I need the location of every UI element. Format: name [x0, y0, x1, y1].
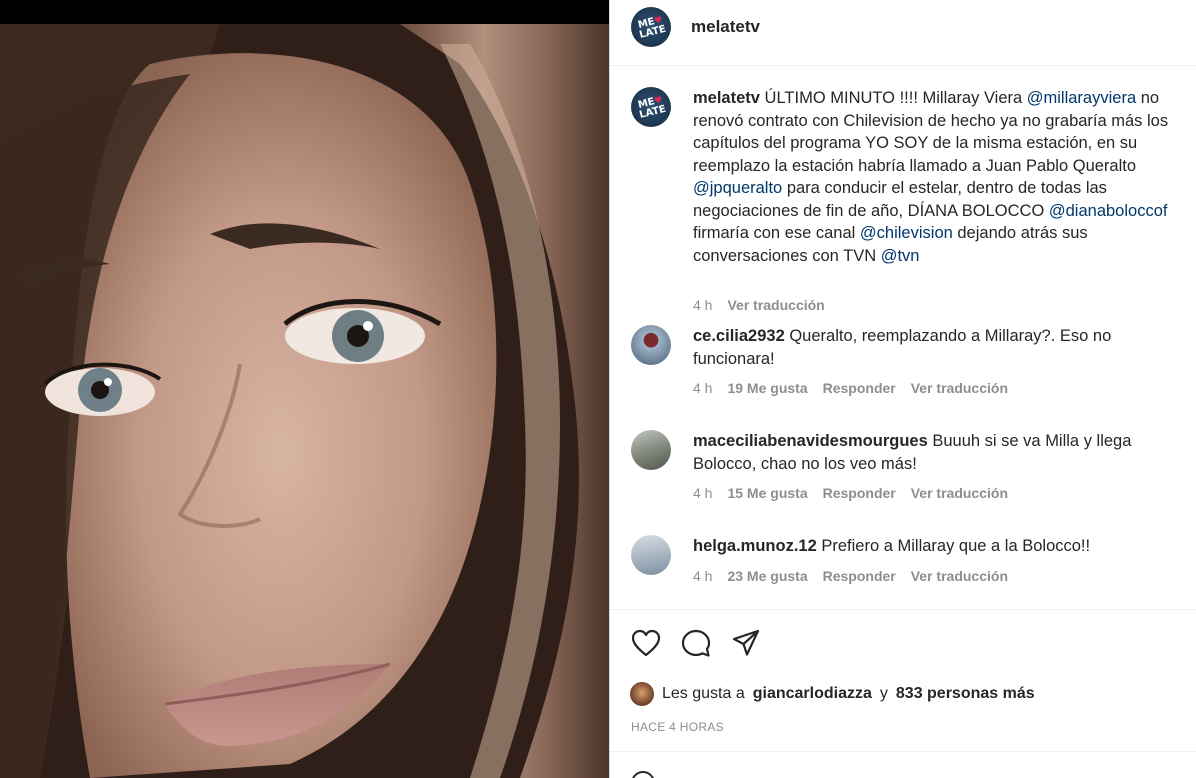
comment-translate-link[interactable]: Ver traducción [911, 568, 1008, 584]
post-side-panel: ME♥ LATE melatetv ME♥ LATE melatetv ÚLTIMO… [609, 0, 1196, 778]
comment-text: Prefiero a Millaray que a la Bolocco!! [821, 537, 1091, 555]
emoji-icon[interactable] [631, 771, 655, 778]
mention-link[interactable]: @chilevision [860, 224, 953, 242]
comment-reply-link[interactable]: Responder [823, 485, 896, 501]
commenter-avatar[interactable] [631, 430, 671, 470]
comment-meta: 4 h 19 Me gusta Responder Ver traducción [693, 380, 1008, 396]
comment-icon[interactable] [680, 627, 712, 659]
liked-by-joiner: y [879, 685, 888, 702]
caption-translate-link[interactable]: Ver traducción [727, 297, 824, 313]
liked-by-others[interactable]: 833 personas más [896, 685, 1035, 703]
mention-link[interactable]: @tvn [881, 247, 920, 265]
liked-by-user[interactable]: giancarlodiazza [753, 685, 872, 703]
liked-by-prefix: Les gusta a [662, 685, 745, 702]
comment-meta: 4 h 15 Me gusta Responder Ver traducción [693, 485, 1008, 501]
action-bar [630, 627, 762, 661]
melate-logo: ME♥ LATE [636, 94, 667, 121]
comment-reply-link[interactable]: Responder [823, 380, 896, 396]
comment-translate-link[interactable]: Ver traducción [911, 485, 1008, 501]
comment-translate-link[interactable]: Ver traducción [911, 380, 1008, 396]
caption-text: melatetv ÚLTIMO MINUTO !!!! Millaray Vie… [693, 87, 1195, 267]
post-header: ME♥ LATE melatetv [610, 0, 1196, 66]
portrait-illustration [0, 24, 609, 778]
mention-link[interactable]: @dianaboloccof [1049, 202, 1168, 220]
post-timestamp[interactable]: HACE 4 HORAS [631, 720, 724, 734]
caption-text-segment: ÚLTIMO MINUTO !!!! Millaray Viera [764, 89, 1027, 107]
mention-link[interactable]: @jpqueralto [693, 179, 782, 197]
melate-logo: ME♥ LATE [636, 14, 667, 41]
caption-segments: ÚLTIMO MINUTO !!!! Millaray Viera @milla… [693, 89, 1168, 265]
comment-likes[interactable]: 19 Me gusta [727, 380, 807, 396]
liked-by-line: Les gusta a giancarlodiazza y 833 person… [630, 682, 1035, 706]
comment-username[interactable]: ce.cilia2932 [693, 327, 785, 345]
comment-likes[interactable]: 15 Me gusta [727, 485, 807, 501]
commenter-avatar[interactable] [631, 325, 671, 365]
post-photo-panel [0, 0, 609, 778]
comment-meta: 4 h 23 Me gusta Responder Ver traducción [693, 568, 1008, 584]
post-photo[interactable] [0, 24, 609, 778]
heart-icon[interactable] [630, 627, 662, 659]
comment-body: ce.cilia2932 Queralto, reemplazando a Mi… [693, 325, 1195, 370]
comment-time[interactable]: 4 h [693, 380, 712, 396]
mention-link[interactable]: @millarayviera [1027, 89, 1136, 107]
liker-avatar[interactable] [630, 682, 654, 706]
comment-body: helga.munoz.12 Prefiero a Millaray que a… [693, 535, 1195, 558]
comment-reply-link[interactable]: Responder [823, 568, 896, 584]
author-avatar[interactable]: ME♥ LATE [631, 7, 671, 47]
comment-username[interactable]: helga.munoz.12 [693, 537, 817, 555]
comment-box-divider [610, 751, 1196, 752]
author-username[interactable]: melatetv [691, 17, 760, 37]
comment-username[interactable]: maceciliabenavidesmourgues [693, 432, 928, 450]
share-icon[interactable] [730, 627, 762, 659]
caption-time[interactable]: 4 h [693, 297, 712, 313]
comment-likes[interactable]: 23 Me gusta [727, 568, 807, 584]
caption-avatar[interactable]: ME♥ LATE [631, 87, 671, 127]
comments-list[interactable]: ME♥ LATE melatetv ÚLTIMO MINUTO !!!! Mill… [610, 67, 1196, 609]
comment-time[interactable]: 4 h [693, 485, 712, 501]
caption-username[interactable]: melatetv [693, 89, 760, 107]
comment-time[interactable]: 4 h [693, 568, 712, 584]
caption-meta: 4 h Ver traducción [693, 297, 825, 313]
caption-text-segment: firmaría con ese canal [693, 224, 860, 242]
comment-body: maceciliabenavidesmourgues Buuuh si se v… [693, 430, 1195, 475]
photo-top-bar [0, 0, 609, 24]
commenter-avatar[interactable] [631, 535, 671, 575]
actions-divider [610, 609, 1196, 610]
